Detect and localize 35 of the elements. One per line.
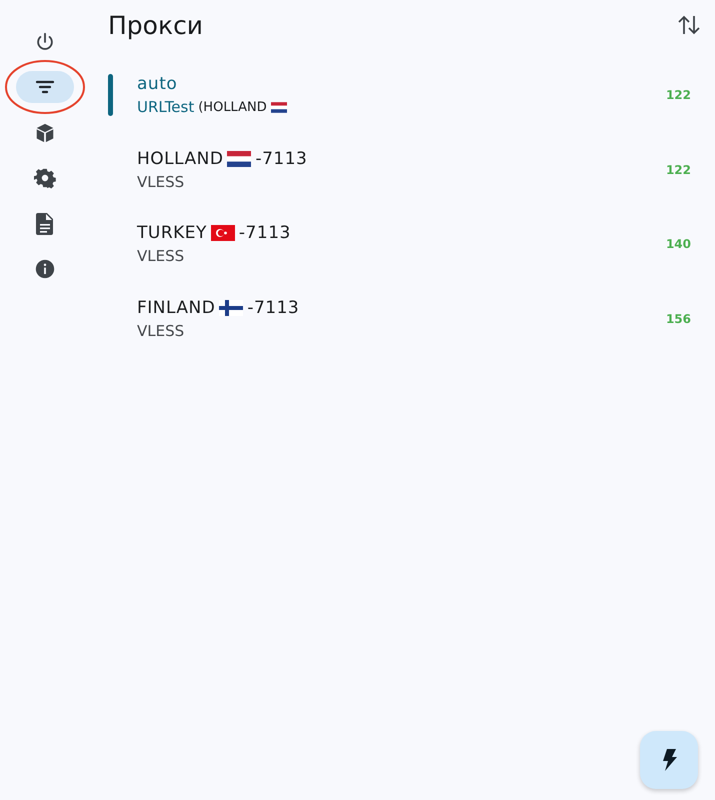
proxy-suffix: -7113 xyxy=(247,298,300,318)
proxy-detail: (HOLLAND xyxy=(198,100,267,115)
proxy-item[interactable]: TURKEY -7113 VLESS 140 xyxy=(108,207,701,282)
proxy-suffix: -7113 xyxy=(255,148,308,169)
proxy-type: VLESS xyxy=(137,172,184,191)
proxy-name: auto xyxy=(137,74,178,94)
proxy-item[interactable]: auto URLTest (HOLLAND 122 xyxy=(108,58,701,132)
proxy-type: VLESS xyxy=(137,247,184,266)
filter-icon xyxy=(35,79,55,96)
proxy-name: HOLLAND xyxy=(137,148,224,169)
proxy-suffix: -7113 xyxy=(238,223,291,244)
proxy-type: VLESS xyxy=(137,322,184,340)
delay-value: 122 xyxy=(666,88,692,102)
proxy-name: FINLAND xyxy=(137,298,216,318)
info-icon xyxy=(34,258,56,280)
proxy-item[interactable]: FINLAND -7113 VLESS 156 xyxy=(108,282,701,356)
power-icon xyxy=(34,30,56,53)
flag-icon xyxy=(219,300,244,316)
delay-value: 140 xyxy=(666,237,692,252)
box-icon xyxy=(34,122,56,144)
delay-value: 122 xyxy=(666,162,692,177)
flag-icon xyxy=(270,102,287,113)
proxy-item[interactable]: HOLLAND -7113 VLESS 122 xyxy=(108,132,701,207)
flag-icon xyxy=(227,150,252,167)
lightning-icon xyxy=(660,748,678,772)
document-icon xyxy=(36,212,54,235)
nav-item[interactable] xyxy=(16,71,74,104)
proxy-type: URLTest xyxy=(137,98,194,116)
sort-icon[interactable] xyxy=(677,14,701,36)
flag-icon xyxy=(210,225,235,242)
delay-value: 156 xyxy=(666,312,692,326)
connect-button[interactable] xyxy=(640,731,698,789)
proxy-name: TURKEY xyxy=(137,223,207,244)
page-title: Прокси xyxy=(108,10,204,40)
gear-icon xyxy=(34,167,56,190)
